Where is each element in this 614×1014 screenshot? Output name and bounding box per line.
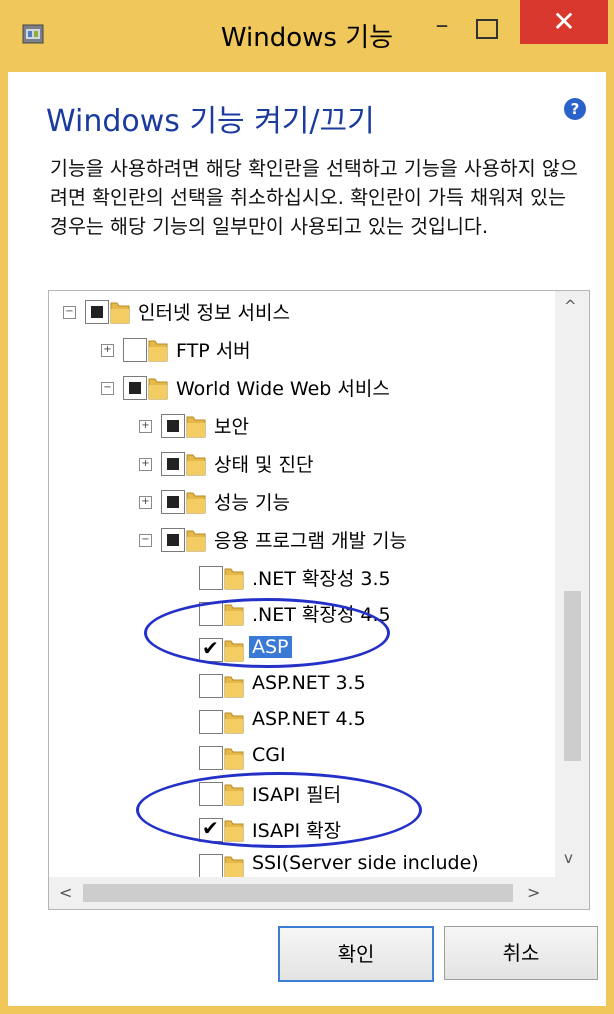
- tree-item[interactable]: .NET 확장성 4.5: [49, 597, 553, 633]
- collapse-icon[interactable]: −: [139, 534, 152, 547]
- feature-checkbox[interactable]: [123, 376, 147, 400]
- feature-checkbox[interactable]: [161, 490, 185, 514]
- folder-icon: [224, 676, 244, 698]
- folder-icon: [148, 340, 168, 362]
- folder-icon: [224, 856, 244, 877]
- expand-icon[interactable]: +: [139, 458, 152, 471]
- tree-item[interactable]: .NET 확장성 3.5: [49, 561, 553, 597]
- feature-checkbox[interactable]: [199, 746, 223, 770]
- dialog-description: 기능을 사용하려면 해당 확인란을 선택하고 기능을 사용하지 않으려면 확인란…: [50, 157, 578, 238]
- help-icon[interactable]: ?: [564, 98, 586, 120]
- feature-checkbox[interactable]: [199, 854, 223, 877]
- tree-item[interactable]: ASP.NET 3.5: [49, 669, 553, 705]
- expand-icon[interactable]: +: [139, 420, 152, 433]
- folder-icon: [224, 712, 244, 734]
- feature-checkbox[interactable]: [123, 338, 147, 362]
- feature-checkbox[interactable]: [199, 782, 223, 806]
- tree-item[interactable]: CGI: [49, 741, 553, 777]
- dialog-heading: Windows 기능 켜기/끄기: [46, 104, 375, 139]
- scroll-left-button[interactable]: <: [59, 883, 72, 902]
- folder-icon: [148, 378, 168, 400]
- tree-item[interactable]: SSI(Server side include): [49, 849, 553, 877]
- folder-icon: [224, 604, 244, 626]
- tree-item-label: SSI(Server side include): [252, 852, 479, 874]
- collapse-icon[interactable]: −: [101, 382, 114, 395]
- tree-item-label: ISAPI 확장: [252, 820, 342, 842]
- tree-item-label: FTP 서버: [176, 340, 251, 362]
- title-bar[interactable]: Windows 기능 – ✕: [0, 0, 614, 72]
- collapse-icon[interactable]: −: [63, 306, 76, 319]
- tree-item-label: 성능 기능: [214, 492, 290, 514]
- feature-checkbox[interactable]: [161, 528, 185, 552]
- folder-icon: [186, 454, 206, 476]
- tree-item[interactable]: + 성능 기능: [49, 485, 553, 521]
- feature-checkbox[interactable]: [199, 710, 223, 734]
- tree-item-label: 응용 프로그램 개발 기능: [214, 530, 407, 552]
- tree-item[interactable]: ASP.NET 4.5: [49, 705, 553, 741]
- tree-item-label: ASP: [249, 636, 292, 658]
- tree-item[interactable]: + FTP 서버: [49, 333, 553, 369]
- folder-icon: [224, 784, 244, 806]
- scrollbar-corner: [555, 877, 589, 909]
- folder-icon: [186, 416, 206, 438]
- windows-features-window: Windows 기능 – ✕ Windows 기능 켜기/끄기 ? 기능을 사용…: [0, 0, 614, 1014]
- cancel-button[interactable]: 취소: [444, 926, 598, 980]
- feature-checkbox[interactable]: [161, 414, 185, 438]
- features-tree-list: − 인터넷 정보 서비스 + FTP 서버 − World Wide Web 서비스 + 보안…: [49, 291, 553, 877]
- tree-item-label: .NET 확장성 4.5: [252, 604, 391, 626]
- tree-item[interactable]: ISAPI 확장: [49, 813, 553, 849]
- feature-checkbox[interactable]: [199, 816, 223, 842]
- folder-icon: [224, 640, 244, 662]
- scroll-down-button[interactable]: v: [564, 849, 573, 867]
- feature-checkbox[interactable]: [199, 674, 223, 698]
- vertical-scroll-thumb[interactable]: [564, 591, 581, 761]
- tree-item-label: ASP.NET 4.5: [252, 708, 366, 730]
- tree-item-label: .NET 확장성 3.5: [252, 568, 391, 590]
- tree-item[interactable]: ISAPI 필터: [49, 777, 553, 813]
- feature-checkbox[interactable]: [199, 636, 223, 662]
- folder-icon: [224, 748, 244, 770]
- tree-item[interactable]: − 응용 프로그램 개발 기능: [49, 523, 553, 559]
- tree-item[interactable]: + 상태 및 진단: [49, 447, 553, 483]
- feature-checkbox[interactable]: [161, 452, 185, 476]
- folder-icon: [224, 568, 244, 590]
- folder-icon: [110, 302, 130, 324]
- close-button[interactable]: ✕: [520, 0, 608, 44]
- folder-icon: [186, 492, 206, 514]
- tree-item-label: ISAPI 필터: [252, 784, 342, 806]
- expand-icon[interactable]: +: [101, 344, 114, 357]
- ok-button[interactable]: 확인: [278, 926, 434, 982]
- feature-checkbox[interactable]: [199, 566, 223, 590]
- tree-item-label: CGI: [252, 744, 286, 766]
- tree-item[interactable]: − World Wide Web 서비스: [49, 371, 553, 407]
- maximize-button[interactable]: [474, 16, 500, 40]
- folder-icon: [186, 530, 206, 552]
- expand-icon[interactable]: +: [139, 496, 152, 509]
- tree-item-label: World Wide Web 서비스: [176, 378, 390, 400]
- tree-item-label: 상태 및 진단: [214, 454, 314, 476]
- tree-item[interactable]: − 인터넷 정보 서비스: [49, 295, 553, 331]
- scroll-up-button[interactable]: ^: [564, 297, 577, 315]
- tree-item-label: ASP.NET 3.5: [252, 672, 366, 694]
- tree-item[interactable]: + 보안: [49, 409, 553, 445]
- tree-item[interactable]: ASP: [49, 633, 553, 669]
- features-tree[interactable]: − 인터넷 정보 서비스 + FTP 서버 − World Wide Web 서비스 + 보안…: [48, 290, 590, 910]
- scroll-right-button[interactable]: >: [527, 883, 540, 902]
- dialog-body: Windows 기능 켜기/끄기 ? 기능을 사용하려면 해당 확인란을 선택하…: [8, 72, 606, 1006]
- horizontal-scroll-thumb[interactable]: [83, 884, 513, 902]
- feature-checkbox[interactable]: [199, 602, 223, 626]
- tree-item-label: 인터넷 정보 서비스: [138, 302, 290, 324]
- horizontal-scrollbar[interactable]: < >: [49, 877, 589, 909]
- feature-checkbox[interactable]: [85, 300, 109, 324]
- maximize-icon: [476, 19, 498, 39]
- folder-icon: [224, 820, 244, 842]
- minimize-button[interactable]: –: [424, 12, 460, 46]
- tree-item-label: 보안: [214, 416, 249, 438]
- vertical-scrollbar[interactable]: ^ v: [555, 291, 589, 877]
